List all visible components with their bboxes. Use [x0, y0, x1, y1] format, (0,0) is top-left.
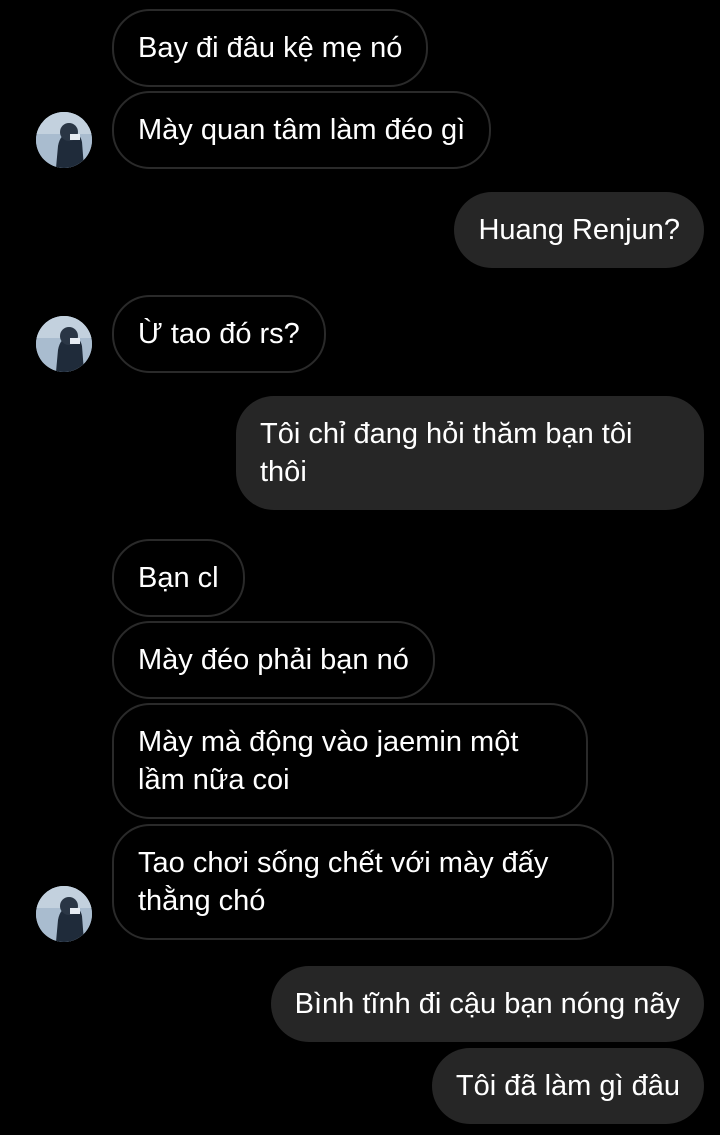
message-thread: Bay đi đâu kệ mẹ nó Mày quan tâm làm đéo… — [0, 0, 720, 1135]
message-bubble-outgoing[interactable]: Tôi chỉ đang hỏi thăm bạn tôi thôi — [236, 396, 704, 510]
message-bubble-incoming[interactable]: Bạn cl — [112, 539, 245, 617]
message-bubble-incoming[interactable]: Ừ tao đó rs? — [112, 295, 326, 373]
user-avatar-icon — [36, 886, 92, 942]
message-bubble-incoming[interactable]: Tao chơi sống chết với mày đấy thằng chó — [112, 824, 614, 940]
user-avatar-icon — [36, 316, 92, 372]
sender-avatar[interactable] — [36, 316, 92, 372]
message-bubble-incoming[interactable]: Mày mà động vào jaemin một lầm nữa coi — [112, 703, 588, 819]
message-bubble-outgoing[interactable]: Huang Renjun? — [454, 192, 704, 268]
sender-avatar[interactable] — [36, 886, 92, 942]
message-bubble-incoming[interactable]: Mày quan tâm làm đéo gì — [112, 91, 492, 169]
user-avatar-icon — [36, 112, 92, 168]
message-bubble-outgoing[interactable]: Bình tĩnh đi cậu bạn nóng nãy — [270, 966, 704, 1042]
message-bubble-incoming[interactable]: Bay đi đâu kệ mẹ nó — [112, 9, 429, 87]
message-bubble-outgoing[interactable]: Tôi đã làm gì đâu — [431, 1048, 704, 1124]
message-bubble-incoming[interactable]: Mày đéo phải bạn nó — [112, 621, 435, 699]
sender-avatar[interactable] — [36, 112, 92, 168]
